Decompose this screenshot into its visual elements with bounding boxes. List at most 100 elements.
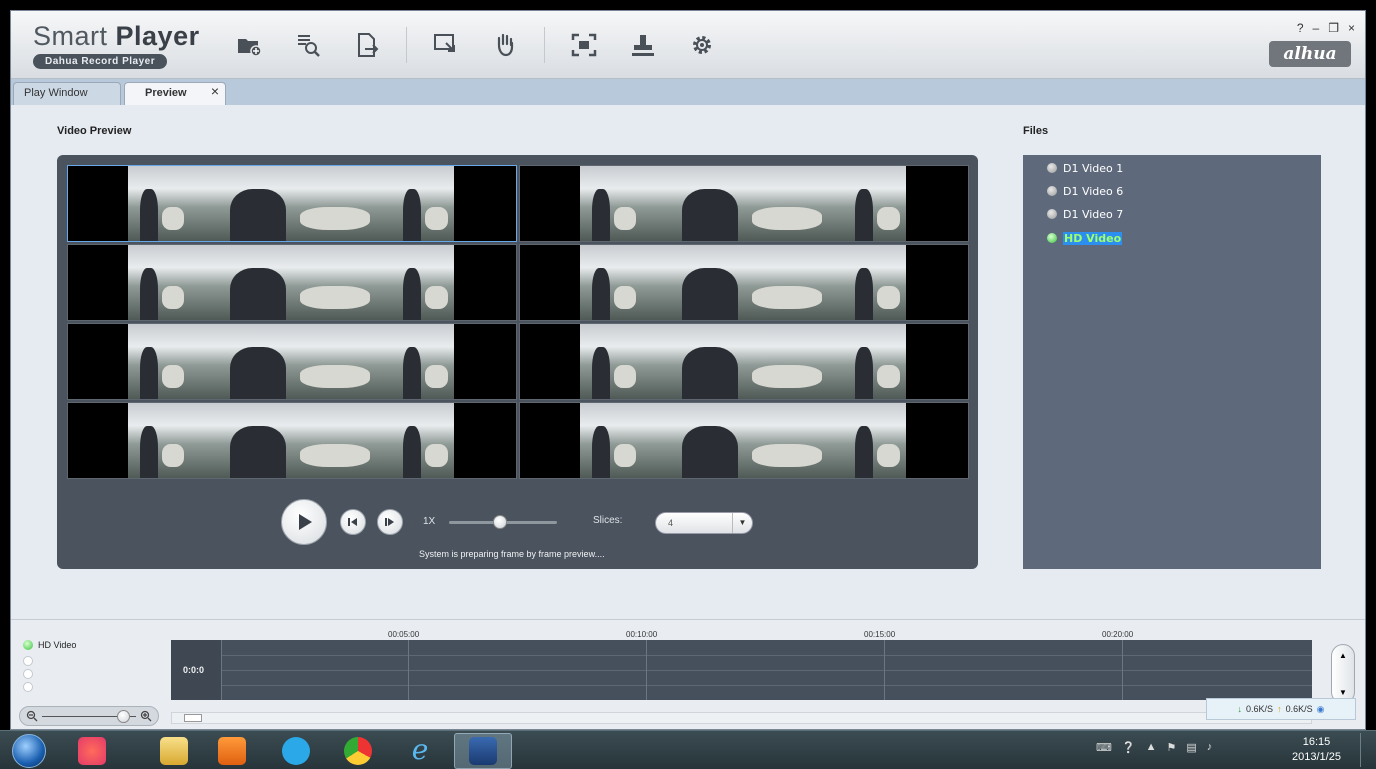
preview-frame-grid [67, 165, 969, 479]
toolbar-separator [544, 27, 545, 63]
hand-icon[interactable] [485, 28, 525, 62]
chevron-down-icon[interactable]: ▼ [1339, 688, 1347, 697]
file-explorer-icon[interactable] [160, 737, 188, 765]
system-tray: ⌨ ❔ ▲ ⚑ ▤ ♪ [1096, 741, 1212, 754]
timeline-area: HD Video 00:05:00 00:10:00 00:15:00 00:2… [11, 619, 1365, 729]
active-task-smart-player[interactable] [454, 733, 512, 769]
export-file-icon[interactable] [347, 28, 387, 62]
file-item[interactable]: D1 Video 7 [1047, 205, 1123, 223]
skype-icon[interactable] [282, 737, 310, 765]
network-icon[interactable]: ▤ [1186, 741, 1196, 754]
preview-frame[interactable] [67, 323, 517, 400]
network-speed-widget: ↓ 0.6K/S ↑ 0.6K/S ◉ [1206, 698, 1356, 720]
timeline-zoom-slider[interactable] [19, 706, 159, 726]
zoom-out-icon[interactable] [26, 710, 38, 722]
restore-button[interactable]: ❐ [1328, 21, 1339, 35]
chrome-icon[interactable] [344, 737, 372, 765]
timeline-file-radio[interactable] [23, 640, 33, 650]
timeline-track[interactable]: 0:0:0 [171, 640, 1312, 700]
file-item-selected[interactable]: HD Video [1047, 229, 1123, 247]
timeline-horizontal-scroll[interactable] [171, 712, 1312, 724]
time-tick-label: 00:15:00 [864, 630, 896, 639]
network-icon: ◉ [1316, 703, 1325, 714]
tab-label: Preview [145, 87, 187, 99]
preview-status: System is preparing frame by frame previ… [419, 549, 605, 559]
speed-slider[interactable] [449, 515, 557, 529]
file-radio[interactable] [1047, 209, 1057, 219]
fullscreen-icon[interactable] [564, 28, 604, 62]
track-divider [646, 640, 647, 700]
scroll-thumb[interactable] [184, 714, 202, 722]
app-icon-360[interactable] [78, 737, 106, 765]
main-toolbar [229, 27, 741, 63]
timeline-file[interactable]: HD Video [23, 640, 76, 650]
preview-frame[interactable] [67, 165, 517, 242]
chevron-up-icon[interactable]: ▲ [1339, 651, 1347, 660]
stamp-icon[interactable] [623, 28, 663, 62]
file-item[interactable]: D1 Video 1 [1047, 159, 1123, 177]
taskbar-clock[interactable]: 16:15 2013/1/25 [1292, 735, 1341, 765]
app-brand: Smart Player Dahua Record Player [33, 21, 200, 69]
track-gridline [221, 670, 1312, 671]
play-button[interactable] [281, 499, 327, 545]
timeline-vertical-scroll[interactable]: ▲ ▼ [1331, 644, 1355, 704]
file-label: D1 Video 7 [1063, 207, 1124, 221]
preview-frame[interactable] [67, 402, 517, 479]
search-file-icon[interactable] [288, 28, 328, 62]
track-gridline [221, 685, 1312, 686]
timeline-radio[interactable] [23, 669, 33, 679]
zoom-knob[interactable] [117, 709, 130, 723]
time-tick-label: 00:10:00 [626, 630, 658, 639]
settings-gear-icon[interactable] [682, 28, 722, 62]
zoom-in-icon[interactable] [140, 710, 152, 722]
track-divider [1122, 640, 1123, 700]
prev-frame-button[interactable] [340, 509, 366, 535]
help-button[interactable]: ? [1297, 21, 1304, 35]
close-button[interactable]: × [1348, 21, 1355, 35]
flag-icon[interactable]: ⚑ [1166, 741, 1176, 754]
internet-explorer-icon[interactable]: e [406, 736, 434, 765]
next-frame-button[interactable] [377, 509, 403, 535]
start-button[interactable] [12, 734, 46, 768]
speed-slider-knob[interactable] [493, 515, 507, 529]
file-item[interactable]: D1 Video 6 [1047, 182, 1123, 200]
toolbar-separator [406, 27, 407, 63]
minimize-button[interactable]: – [1313, 21, 1320, 35]
preview-frame[interactable] [519, 165, 969, 242]
playback-controls: 1X Slices: 4 ▼ System is preparing frame… [57, 485, 978, 569]
help-icon[interactable]: ❔ [1122, 741, 1136, 754]
smart-player-icon [469, 737, 497, 765]
windows-taskbar: e ⌨ ❔ ▲ ⚑ ▤ ♪ 16:15 2013/1/25 [0, 730, 1376, 769]
volume-icon[interactable]: ♪ [1207, 741, 1213, 754]
timeline-file-label: HD Video [38, 640, 77, 650]
media-player-icon[interactable] [218, 737, 246, 765]
show-desktop-button[interactable] [1360, 733, 1372, 767]
slices-select[interactable]: 4 ▼ [655, 512, 753, 534]
upload-speed: 0.6K/S [1285, 704, 1313, 714]
file-radio[interactable] [1047, 163, 1057, 173]
tab-close-icon[interactable]: × [211, 81, 219, 102]
app-subtitle: Dahua Record Player [33, 54, 168, 69]
preview-frame[interactable] [67, 244, 517, 321]
file-radio[interactable] [1047, 186, 1057, 196]
tab-label: Play Window [24, 87, 88, 99]
file-radio[interactable] [1047, 233, 1057, 243]
preview-frame[interactable] [519, 402, 969, 479]
dahua-logo: alhua [1269, 41, 1351, 67]
download-speed: 0.6K/S [1246, 704, 1274, 714]
file-label: D1 Video 1 [1063, 161, 1124, 175]
snapshot-icon[interactable] [426, 28, 466, 62]
keyboard-icon[interactable]: ⌨ [1096, 741, 1112, 754]
tab-preview[interactable]: Preview × [124, 82, 226, 105]
timeline-radio[interactable] [23, 682, 33, 692]
timeline-radio[interactable] [23, 656, 33, 666]
show-hidden-icon[interactable]: ▲ [1146, 741, 1157, 754]
tab-play-window[interactable]: Play Window [13, 82, 121, 105]
time-tick-label: 00:20:00 [1102, 630, 1134, 639]
files-panel: D1 Video 1 D1 Video 6 D1 Video 7 HD Vide… [1023, 155, 1321, 569]
zoom-track [42, 709, 136, 723]
preview-frame[interactable] [519, 244, 969, 321]
chevron-down-icon: ▼ [732, 513, 752, 533]
open-folder-icon[interactable] [229, 28, 269, 62]
preview-frame[interactable] [519, 323, 969, 400]
